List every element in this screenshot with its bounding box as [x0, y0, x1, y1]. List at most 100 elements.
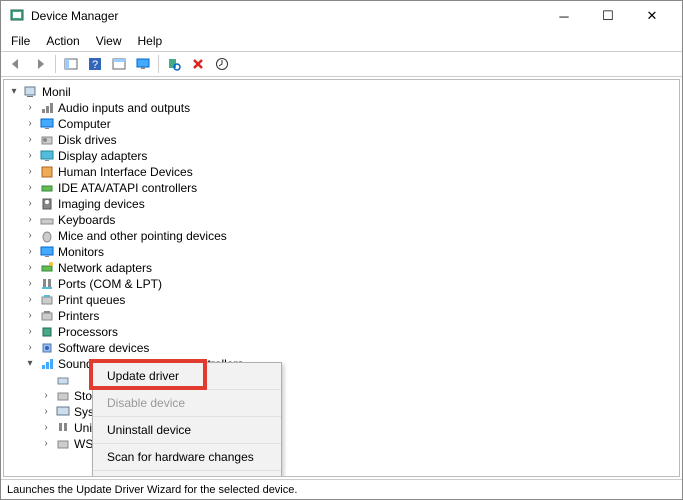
- category-label: Network adapters: [58, 260, 152, 276]
- category-icon: [39, 132, 55, 148]
- window-title: Device Manager: [31, 9, 118, 23]
- show-hide-icon[interactable]: [60, 53, 82, 75]
- category-icon: [39, 100, 55, 116]
- scan-hardware-icon[interactable]: [163, 53, 185, 75]
- ctx-update-driver[interactable]: Update driver: [93, 363, 281, 390]
- device-icon: [55, 436, 71, 452]
- tree-category[interactable]: › Ports (COM & LPT): [8, 276, 675, 292]
- help-icon[interactable]: ?: [84, 53, 106, 75]
- category-label: Software devices: [58, 340, 149, 356]
- chevron-icon[interactable]: ›: [24, 228, 36, 244]
- close-button[interactable]: ✕: [630, 1, 674, 31]
- app-icon: [9, 8, 25, 24]
- category-icon: [39, 180, 55, 196]
- category-label: Processors: [58, 324, 118, 340]
- menubar: File Action View Help: [1, 31, 682, 51]
- category-icon: [39, 196, 55, 212]
- chevron-icon[interactable]: ›: [24, 196, 36, 212]
- back-icon[interactable]: [5, 53, 27, 75]
- category-label: Ports (COM & LPT): [58, 276, 162, 292]
- device-icon: [55, 372, 71, 388]
- category-icon: [39, 276, 55, 292]
- chevron-icon[interactable]: ›: [24, 244, 36, 260]
- chevron-icon[interactable]: ›: [40, 388, 52, 404]
- svg-text:?: ?: [92, 59, 98, 71]
- statusbar: Launches the Update Driver Wizard for th…: [1, 479, 682, 499]
- menu-action[interactable]: Action: [40, 32, 85, 50]
- chevron-down-icon[interactable]: ▾: [8, 84, 20, 100]
- category-label: Human Interface Devices: [58, 164, 193, 180]
- category-label: Computer: [58, 116, 111, 132]
- chevron-icon[interactable]: ›: [40, 404, 52, 420]
- tree-root[interactable]: ▾ Monil: [8, 84, 675, 100]
- tree-category[interactable]: › Keyboards: [8, 212, 675, 228]
- device-icon: [55, 388, 71, 404]
- category-icon: [39, 116, 55, 132]
- tree-category[interactable]: ›Disk drives: [8, 132, 675, 148]
- chevron-icon[interactable]: ›: [24, 132, 36, 148]
- chevron-icon[interactable]: ›: [40, 436, 52, 452]
- chevron-icon[interactable]: ›: [40, 420, 52, 436]
- monitor-icon[interactable]: [132, 53, 154, 75]
- chevron-icon[interactable]: ›: [24, 308, 36, 324]
- tree-category[interactable]: ›Imaging devices: [8, 196, 675, 212]
- menu-help[interactable]: Help: [132, 32, 169, 50]
- category-label: Printers: [58, 308, 99, 324]
- chevron-icon[interactable]: ›: [24, 212, 36, 228]
- chevron-icon[interactable]: ›: [24, 292, 36, 308]
- maximize-button[interactable]: ☐: [586, 1, 630, 31]
- context-menu: Update driver Disable device Uninstall d…: [92, 362, 282, 477]
- chevron-icon[interactable]: ›: [24, 100, 36, 116]
- category-icon: [39, 244, 55, 260]
- titlebar: Device Manager ─ ☐ ✕: [1, 1, 682, 31]
- category-icon: [39, 148, 55, 164]
- chevron-icon[interactable]: ▾: [24, 356, 36, 372]
- uninstall-icon[interactable]: [187, 53, 209, 75]
- category-icon: [39, 212, 55, 228]
- category-label: Keyboards: [58, 212, 115, 228]
- tree-category[interactable]: ›Display adapters: [8, 148, 675, 164]
- tree-category[interactable]: ›Monitors: [8, 244, 675, 260]
- tree-category[interactable]: › Human Interface Devices: [8, 164, 675, 180]
- tree-category[interactable]: › Software devices: [8, 340, 675, 356]
- device-icon: [55, 404, 71, 420]
- tree-category[interactable]: ›Audio inputs and outputs: [8, 100, 675, 116]
- category-icon: [39, 260, 55, 276]
- menu-view[interactable]: View: [90, 32, 128, 50]
- tree-category[interactable]: › IDE ATA/ATAPI controllers: [8, 180, 675, 196]
- chevron-icon[interactable]: ›: [24, 340, 36, 356]
- category-label: Mice and other pointing devices: [58, 228, 227, 244]
- chevron-icon[interactable]: ›: [24, 148, 36, 164]
- update-icon[interactable]: [211, 53, 233, 75]
- category-label: Print queues: [58, 292, 125, 308]
- tree-category[interactable]: › Processors: [8, 324, 675, 340]
- forward-icon[interactable]: [29, 53, 51, 75]
- toolbar: ?: [1, 51, 682, 77]
- chevron-icon[interactable]: ›: [24, 260, 36, 276]
- ctx-disable-device[interactable]: Disable device: [93, 390, 281, 417]
- chevron-icon[interactable]: ›: [24, 180, 36, 196]
- device-tree[interactable]: ▾ Monil ›Audio inputs and outputs›Comput…: [3, 79, 680, 477]
- menu-file[interactable]: File: [5, 32, 36, 50]
- minimize-button[interactable]: ─: [542, 1, 586, 31]
- chevron-icon[interactable]: ›: [24, 276, 36, 292]
- ctx-uninstall-device[interactable]: Uninstall device: [93, 417, 281, 444]
- chevron-icon[interactable]: ›: [24, 164, 36, 180]
- action-icon[interactable]: [108, 53, 130, 75]
- category-icon: [39, 308, 55, 324]
- ctx-scan-hardware[interactable]: Scan for hardware changes: [93, 444, 281, 471]
- chevron-icon[interactable]: ›: [24, 116, 36, 132]
- ctx-properties[interactable]: Properties: [93, 471, 281, 477]
- tree-category[interactable]: › Network adapters: [8, 260, 675, 276]
- device-icon: [55, 420, 71, 436]
- statusbar-text: Launches the Update Driver Wizard for th…: [7, 484, 297, 496]
- tree-root-label: Monil: [42, 84, 71, 100]
- chevron-icon[interactable]: ›: [24, 324, 36, 340]
- category-icon: [39, 340, 55, 356]
- tree-category[interactable]: › Computer: [8, 116, 675, 132]
- tree-category[interactable]: › Printers: [8, 308, 675, 324]
- category-icon: [39, 164, 55, 180]
- tree-category[interactable]: › Print queues: [8, 292, 675, 308]
- category-label: IDE ATA/ATAPI controllers: [58, 180, 197, 196]
- tree-category[interactable]: › Mice and other pointing devices: [8, 228, 675, 244]
